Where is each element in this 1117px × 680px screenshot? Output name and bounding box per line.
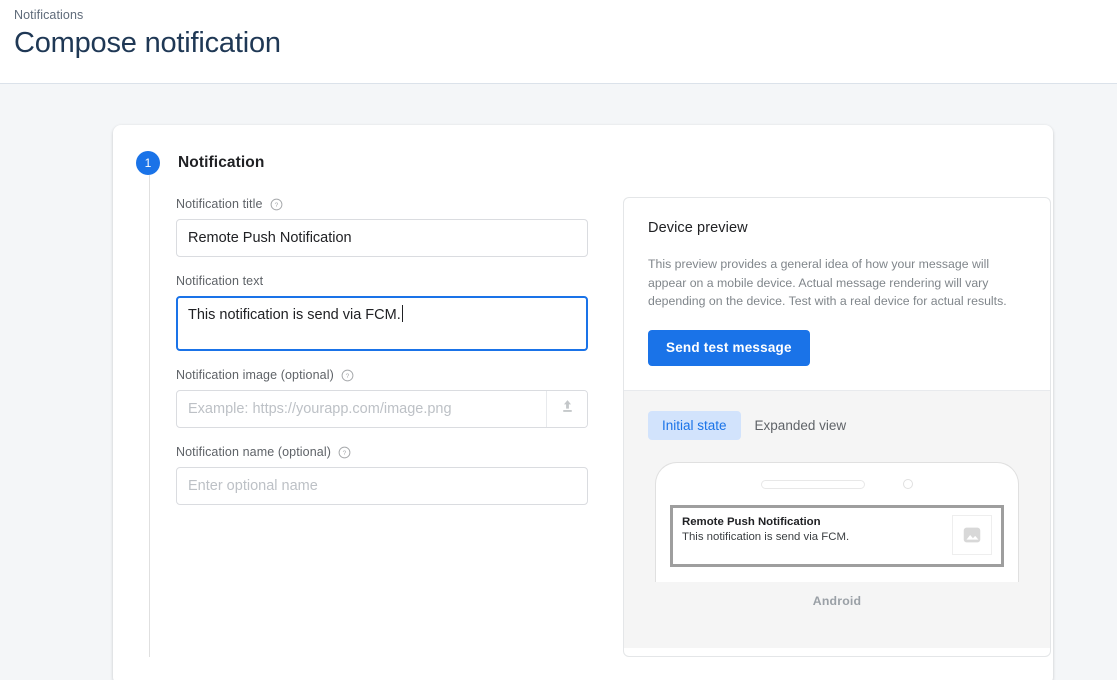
phone-speaker-icon bbox=[761, 479, 865, 489]
svg-text:?: ? bbox=[274, 201, 278, 208]
label-notification-image: Notification image (optional) ? bbox=[176, 368, 599, 382]
page-header: Notifications Compose notification bbox=[0, 0, 1117, 84]
device-preview-top: Device preview This preview provides a g… bbox=[624, 198, 1050, 390]
platform-label: Android bbox=[812, 594, 862, 609]
notification-text-value: This notification is send via FCM. bbox=[188, 307, 401, 323]
device-preview-description: This preview provides a general idea of … bbox=[648, 257, 1007, 309]
phone-mockup: Remote Push Notification This notificati… bbox=[655, 462, 1019, 583]
image-placeholder-icon bbox=[952, 515, 992, 556]
label-notification-name-text: Notification name (optional) bbox=[176, 445, 331, 459]
step-body: Notification title ? Notification text T… bbox=[149, 175, 1053, 657]
field-notification-title: Notification title ? bbox=[176, 197, 599, 257]
field-notification-name: Notification name (optional) ? bbox=[176, 445, 599, 505]
help-circle-icon[interactable]: ? bbox=[270, 198, 283, 211]
notification-title-input[interactable] bbox=[176, 219, 588, 257]
help-circle-icon[interactable]: ? bbox=[341, 369, 354, 382]
compose-notification-card: 1 Notification Notification title ? Remo… bbox=[113, 125, 1053, 680]
upload-icon bbox=[559, 398, 576, 420]
phone-camera-icon bbox=[903, 479, 913, 490]
preview-notification-text: Remote Push Notification This notificati… bbox=[682, 515, 952, 545]
label-notification-name: Notification name (optional) ? bbox=[176, 445, 599, 459]
preview-notification-title: Remote Push Notification bbox=[682, 516, 821, 529]
page-body: 1 Notification Notification title ? Remo… bbox=[0, 84, 1117, 680]
notification-image-input[interactable] bbox=[177, 391, 546, 427]
send-test-message-button[interactable]: Send test message bbox=[648, 330, 810, 367]
tab-initial-state[interactable]: Initial state bbox=[648, 411, 741, 441]
text-cursor bbox=[401, 305, 403, 322]
notification-text-input[interactable]: This notification is send via FCM. bbox=[176, 296, 588, 351]
preview-state-tabs: Initial state Expanded view bbox=[624, 411, 1050, 441]
field-notification-image: Notification image (optional) ? bbox=[176, 368, 599, 428]
label-notification-text-text: Notification text bbox=[176, 274, 264, 288]
preview-notification-card: Remote Push Notification This notificati… bbox=[670, 505, 1004, 568]
label-notification-text: Notification text bbox=[176, 274, 599, 288]
svg-text:?: ? bbox=[343, 449, 347, 456]
page-title: Compose notification bbox=[14, 27, 281, 59]
svg-text:?: ? bbox=[346, 372, 350, 379]
field-notification-text: Notification text This notification is s… bbox=[176, 274, 599, 351]
upload-image-button[interactable] bbox=[546, 391, 587, 427]
help-circle-icon[interactable]: ? bbox=[338, 446, 351, 459]
tab-expanded-view[interactable]: Expanded view bbox=[741, 411, 861, 440]
device-preview-title: Device preview bbox=[648, 220, 748, 236]
notification-form: Notification title ? Notification text T… bbox=[150, 175, 599, 657]
device-preview-bottom: Initial state Expanded view Remote Push … bbox=[624, 390, 1050, 649]
notification-image-row bbox=[176, 390, 588, 428]
step-title: Notification bbox=[178, 154, 265, 171]
label-notification-title-text: Notification title bbox=[176, 197, 263, 211]
step-number-badge: 1 bbox=[136, 151, 160, 175]
phone-top-bar bbox=[656, 477, 1018, 491]
preview-notification-body: This notification is send via FCM. bbox=[682, 530, 850, 543]
breadcrumb[interactable]: Notifications bbox=[14, 8, 1117, 22]
notification-name-input[interactable] bbox=[176, 467, 588, 505]
step-header: 1 Notification bbox=[113, 125, 1053, 175]
label-notification-title: Notification title ? bbox=[176, 197, 599, 211]
device-preview-panel: Device preview This preview provides a g… bbox=[623, 197, 1051, 657]
label-notification-image-text: Notification image (optional) bbox=[176, 368, 334, 382]
